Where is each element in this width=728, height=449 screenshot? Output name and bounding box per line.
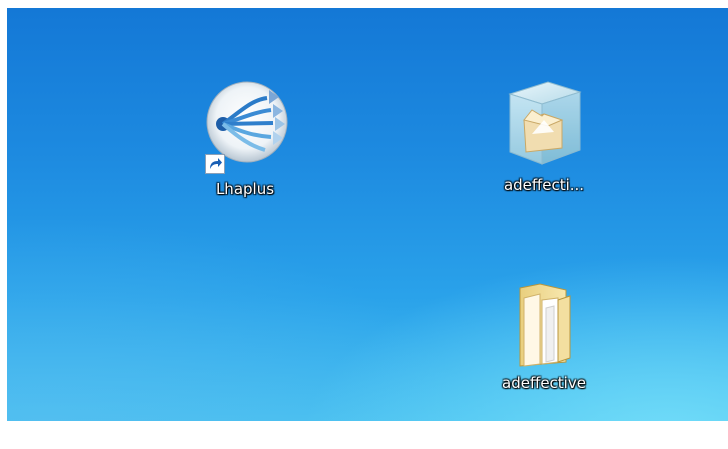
desktop-icon-adeffecti[interactable]: adeffecti...	[482, 76, 606, 194]
desktop[interactable]: Lhaplus adeffecti... adeffective	[7, 8, 728, 421]
desktop-icon-label: adeffective	[502, 374, 586, 392]
desktop-icon-label: adeffecti...	[503, 176, 585, 194]
desktop-icon-adeffective[interactable]: adeffective	[482, 278, 606, 392]
folder-icon	[496, 278, 592, 370]
desktop-icon-label: Lhaplus	[215, 180, 275, 198]
ice-cube-folder-icon	[496, 76, 592, 172]
desktop-icon-lhaplus[interactable]: Lhaplus	[183, 80, 307, 198]
shortcut-arrow-icon	[205, 154, 225, 174]
lhaplus-app-icon	[197, 80, 293, 176]
